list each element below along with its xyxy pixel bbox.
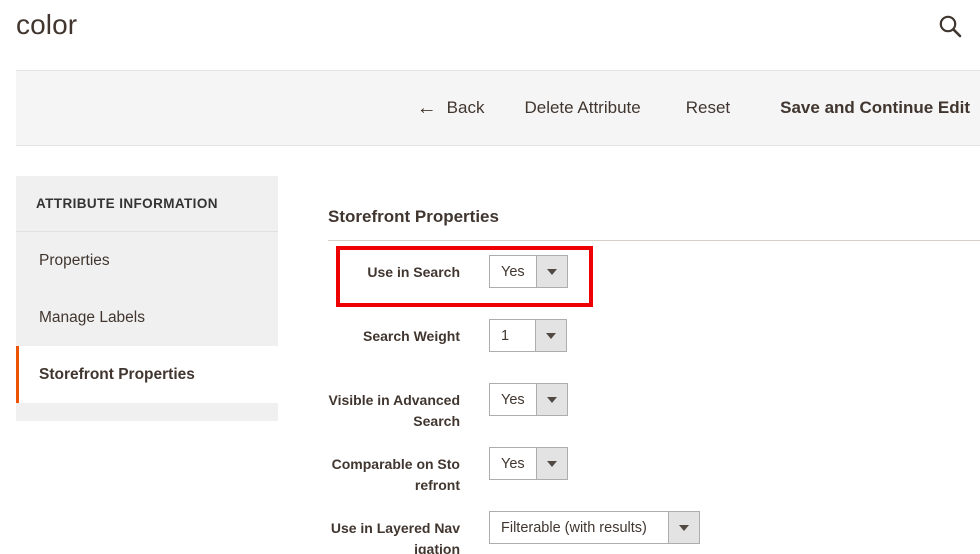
sidebar-item-label: Properties <box>39 251 110 269</box>
field-label: Comparable on Storefront <box>331 456 460 493</box>
page-title: color <box>16 9 78 40</box>
select-value: Yes <box>490 448 536 479</box>
field-label: Visible in Advanced Search <box>328 392 461 429</box>
field-row-use-in-search: Use in Search Yes <box>328 255 980 311</box>
chevron-down-icon[interactable] <box>535 256 567 287</box>
visible-in-advanced-search-select[interactable]: Yes <box>489 383 568 416</box>
select-value: Yes <box>490 384 536 415</box>
chevron-down-icon[interactable] <box>668 512 699 543</box>
field-label: Use in Search <box>367 264 460 280</box>
page-root: color ← Back Delete Attribute Reset Save… <box>0 0 980 554</box>
attribute-information-sidebar: ATTRIBUTE INFORMATION Properties Manage … <box>16 176 278 421</box>
section-title: Storefront Properties <box>328 207 499 226</box>
arrow-left-icon: ← <box>416 97 437 119</box>
chevron-down-icon[interactable] <box>535 320 566 351</box>
field-control: 1 <box>489 319 567 352</box>
reset-button[interactable]: Reset <box>686 98 730 118</box>
select-value: Yes <box>490 256 536 287</box>
sidebar-item-manage-labels[interactable]: Manage Labels <box>16 289 278 346</box>
chevron-down-icon[interactable] <box>535 384 567 415</box>
back-button-label: Back <box>446 98 485 117</box>
comparable-on-storefront-select[interactable]: Yes <box>489 447 568 480</box>
back-button[interactable]: ← Back <box>417 98 485 118</box>
sidebar-item-label: Storefront Properties <box>39 365 195 383</box>
action-toolbar: ← Back Delete Attribute Reset Save and C… <box>16 70 980 146</box>
field-label: Search Weight <box>363 328 460 344</box>
field-control: Yes <box>489 383 568 416</box>
sidebar-item-storefront-properties[interactable]: Storefront Properties <box>16 346 278 403</box>
storefront-properties-panel: Storefront Properties Use in Search Yes … <box>328 176 980 554</box>
delete-attribute-button[interactable]: Delete Attribute <box>524 98 640 118</box>
search-icon[interactable] <box>928 4 972 48</box>
field-control: Yes <box>489 255 568 288</box>
use-in-search-select[interactable]: Yes <box>489 255 568 288</box>
field-control: Yes <box>489 447 568 480</box>
sidebar-footer <box>16 403 278 421</box>
storefront-properties-form: Use in Search Yes Search Weight 1 Visibl… <box>328 241 980 554</box>
search-weight-select[interactable]: 1 <box>489 319 567 352</box>
field-row-visible-in-advanced-search: Visible in Advanced Search Yes <box>328 383 980 439</box>
select-value: 1 <box>490 320 535 351</box>
save-and-continue-edit-button[interactable]: Save and Continue Edit <box>780 98 970 118</box>
field-row-use-in-layered-navigation: Use in Layered Navigation Filterable (wi… <box>328 511 980 554</box>
sidebar-item-properties[interactable]: Properties <box>16 232 278 289</box>
sidebar-header: ATTRIBUTE INFORMATION <box>16 176 278 232</box>
field-label: Use in Layered Navigation <box>330 520 460 554</box>
sidebar-item-label: Manage Labels <box>39 308 145 326</box>
select-value: Filterable (with results) <box>490 512 668 543</box>
use-in-layered-navigation-select[interactable]: Filterable (with results) <box>489 511 700 544</box>
chevron-down-icon[interactable] <box>535 448 567 479</box>
field-row-search-weight: Search Weight 1 <box>328 319 980 375</box>
field-control: Filterable (with results) <box>489 511 700 544</box>
field-row-comparable-on-storefront: Comparable on Storefront Yes <box>328 447 980 503</box>
